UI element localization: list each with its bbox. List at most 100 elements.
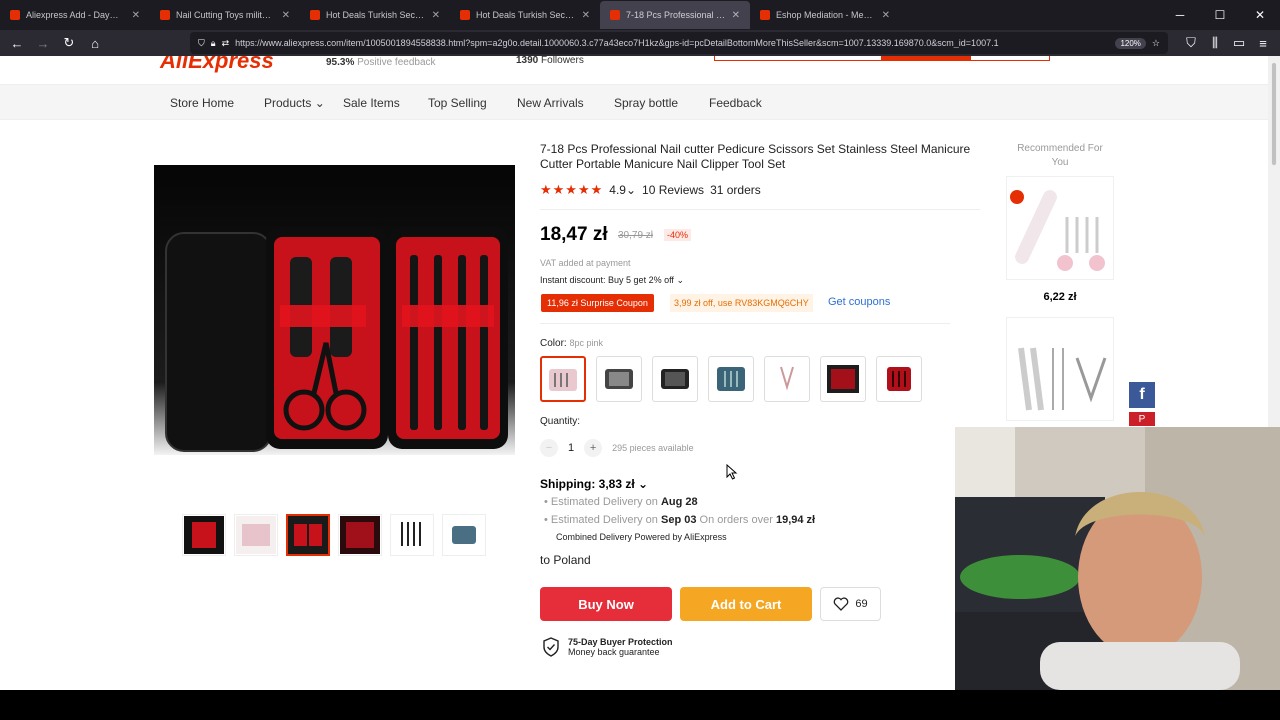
ship-to-country: Poland <box>553 553 591 567</box>
color-swatch[interactable] <box>876 356 922 402</box>
permissions-icon[interactable]: ⇄ <box>222 38 230 49</box>
home-icon[interactable]: ⌂ <box>84 32 106 54</box>
maximize-icon[interactable]: ☐ <box>1200 0 1240 30</box>
promo-code-coupon[interactable]: 3,99 zł off, use RV83KGMQ6CHY <box>670 294 813 312</box>
tab-title: Hot Deals Turkish Secretary Tren... <box>476 10 576 20</box>
quantity-stepper: − 1 + 295 pieces available <box>540 439 694 457</box>
color-swatch[interactable] <box>652 356 698 402</box>
nav-sale-items[interactable]: Sale Items <box>343 96 400 110</box>
aliexpress-favicon <box>460 10 470 20</box>
delivery-label: Estimated Delivery on <box>550 514 658 526</box>
rating-value[interactable]: 4.9⌄ <box>609 183 636 197</box>
aliexpress-logo[interactable]: AliExpress <box>160 56 274 74</box>
heart-icon <box>834 597 849 611</box>
delivery-label: Estimated Delivery on <box>550 496 658 508</box>
thumbnail[interactable] <box>390 514 434 556</box>
reviews-link[interactable]: 10 Reviews <box>642 183 704 197</box>
delivery-estimate: • Estimated Delivery on Aug 28 <box>544 496 698 508</box>
thumbnail[interactable] <box>338 514 382 556</box>
delivery-threshold: 19,94 zł <box>775 514 816 526</box>
tab-title: Hot Deals Turkish Secretary Tren... <box>326 10 426 20</box>
sidebar-icon[interactable]: ▭ <box>1228 32 1250 54</box>
original-price: 30,79 zł <box>618 230 654 241</box>
store-navigation: Store Home Products ⌄ Sale Items Top Sel… <box>0 84 1268 120</box>
recommended-product[interactable] <box>1006 176 1114 280</box>
close-icon[interactable]: ✕ <box>432 10 440 21</box>
bookmark-star-icon[interactable]: ☆ <box>1152 38 1160 49</box>
surprise-coupon[interactable]: 11,96 zł Surprise Coupon <box>541 294 654 312</box>
nail-kit-image <box>154 165 515 455</box>
quantity-value[interactable]: 1 <box>568 442 574 454</box>
store-feedback: 95.3% Positive feedback <box>326 57 436 68</box>
scrollbar-thumb[interactable] <box>1271 62 1277 166</box>
pocket-icon[interactable]: ⛉ <box>1180 32 1202 54</box>
close-window-icon[interactable]: ✕ <box>1240 0 1280 30</box>
browser-tab-bar: Aliexpress Add - Day… media... ✕ Nail Cut… <box>0 0 1280 30</box>
decrease-button[interactable]: − <box>540 439 558 457</box>
thumbnail[interactable] <box>442 514 486 556</box>
shield-icon[interactable]: ⛉ <box>198 38 205 49</box>
close-icon[interactable]: ✕ <box>582 10 590 21</box>
increase-button[interactable]: + <box>584 439 603 457</box>
shipping-text: Shipping: 3,83 zł <box>540 477 635 491</box>
color-swatch-selected[interactable] <box>540 356 586 402</box>
color-swatch[interactable] <box>820 356 866 402</box>
window-controls: ─ ☐ ✕ <box>1160 0 1280 30</box>
product-thumbnail <box>1007 177 1113 279</box>
close-icon[interactable]: ✕ <box>132 10 140 21</box>
pinterest-share-icon[interactable]: P <box>1129 412 1155 426</box>
search-button[interactable] <box>881 56 971 60</box>
add-to-cart-button[interactable]: Add to Cart <box>680 587 812 621</box>
rating-stars: ★★★★★ <box>540 182 604 197</box>
close-icon[interactable]: ✕ <box>732 10 740 21</box>
nav-feedback[interactable]: Feedback <box>709 96 762 110</box>
thumbnail[interactable] <box>182 514 226 556</box>
browser-tab[interactable]: Hot Deals Turkish Secretary Tren... ✕ <box>450 1 600 29</box>
back-icon[interactable]: ← <box>6 32 28 54</box>
nav-store-home[interactable]: Store Home <box>170 96 234 110</box>
aliexpress-favicon <box>10 10 20 20</box>
minimize-icon[interactable]: ─ <box>1160 0 1200 30</box>
delivery-estimate: • Estimated Delivery on Sep 03 On orders… <box>544 514 816 526</box>
ship-to[interactable]: to Poland <box>540 553 591 567</box>
browser-tab[interactable]: Aliexpress Add - Day… media... ✕ <box>0 1 150 29</box>
color-swatch[interactable] <box>708 356 754 402</box>
reload-icon[interactable]: ↻ <box>58 32 80 54</box>
get-coupons-link[interactable]: Get coupons <box>828 296 890 308</box>
forward-icon[interactable]: → <box>32 32 54 54</box>
nav-top-selling[interactable]: Top Selling <box>428 96 487 110</box>
vat-note: VAT added at payment <box>540 258 631 268</box>
chevron-down-icon: ⌄ <box>638 477 649 491</box>
close-icon[interactable]: ✕ <box>882 10 890 21</box>
store-search[interactable] <box>714 56 1050 61</box>
nav-new-arrivals[interactable]: New Arrivals <box>517 96 584 110</box>
recommended-product[interactable] <box>1006 317 1114 421</box>
menu-icon[interactable]: ≡ <box>1252 32 1274 54</box>
thumbnail-selected[interactable] <box>286 514 330 556</box>
buy-now-button[interactable]: Buy Now <box>540 587 672 621</box>
facebook-share-icon[interactable]: f <box>1129 382 1155 408</box>
address-bar[interactable]: ⛉ 🔒︎ ⇄ https://www.aliexpress.com/item/1… <box>190 32 1168 54</box>
thumbnail[interactable] <box>234 514 278 556</box>
nav-products[interactable]: Products ⌄ <box>264 96 325 110</box>
url-text[interactable]: https://www.aliexpress.com/item/10050018… <box>235 38 1109 48</box>
browser-tab[interactable]: Hot Deals Turkish Secretary Tren... ✕ <box>300 1 450 29</box>
instant-discount[interactable]: Instant discount: Buy 5 get 2% off ⌄ <box>540 275 684 286</box>
available-pieces: 295 pieces available <box>612 443 694 453</box>
color-swatch[interactable] <box>764 356 810 402</box>
browser-tab[interactable]: Eshop Mediation - Mediation... ✕ <box>750 1 900 29</box>
library-icon[interactable]: ⫼ <box>1204 32 1226 54</box>
close-icon[interactable]: ✕ <box>282 10 290 21</box>
orders-count: 31 orders <box>710 183 761 197</box>
shipping-cost[interactable]: Shipping: 3,83 zł ⌄ <box>540 477 648 491</box>
image-thumbnails <box>182 514 486 556</box>
aliexpress-favicon <box>760 10 770 20</box>
product-main-image[interactable] <box>154 165 515 455</box>
browser-tab[interactable]: Nail Cutting Toys military Sam... ✕ <box>150 1 300 29</box>
browser-tab-active[interactable]: 7-18 Pcs Professional Nail cutter... ✕ <box>600 1 750 29</box>
zoom-level[interactable]: 120% <box>1115 37 1146 49</box>
wishlist-button[interactable]: 69 <box>820 587 881 621</box>
nav-spray-bottle[interactable]: Spray bottle <box>614 96 678 110</box>
lock-icon[interactable]: 🔒︎ <box>211 38 216 49</box>
color-swatch[interactable] <box>596 356 642 402</box>
